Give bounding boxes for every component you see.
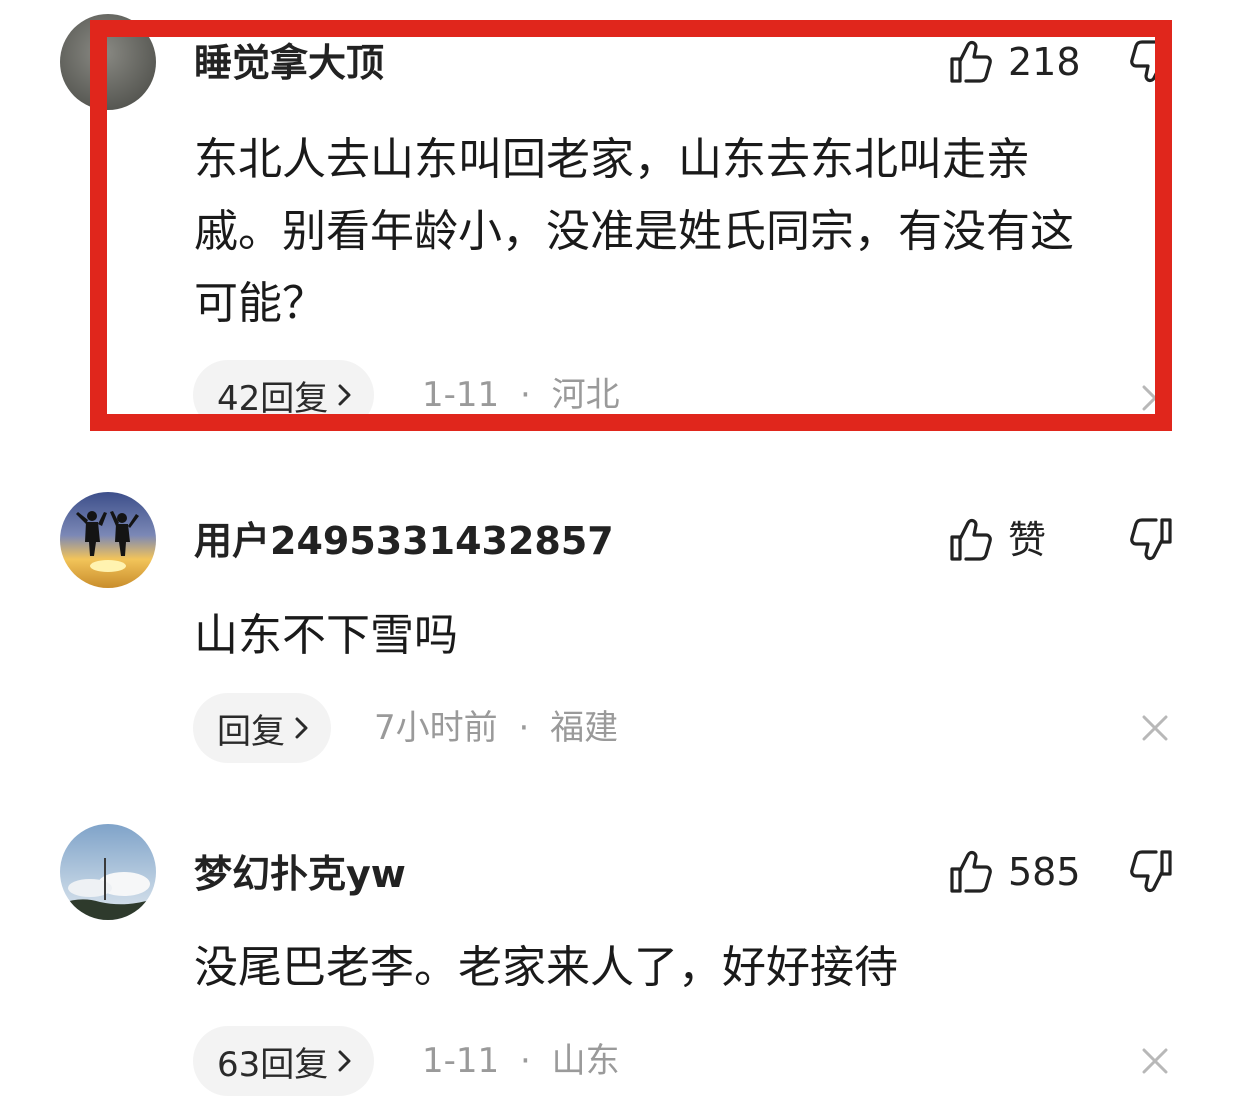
comment-date: 7小时前 xyxy=(374,708,498,748)
meta-separator: · xyxy=(519,375,531,414)
thumbs-up-icon xyxy=(950,518,992,561)
meta-separator: · xyxy=(518,708,530,748)
close-icon xyxy=(1142,385,1155,411)
reply-label: 63回复 xyxy=(217,1044,329,1085)
thumbs-up-icon xyxy=(950,850,992,893)
comment-username[interactable]: 睡觉拿大顶 xyxy=(194,44,384,82)
avatar-sky-tower-icon xyxy=(60,824,156,920)
comment-date: 1-11 xyxy=(422,1041,500,1081)
comment-meta: 1-11 · 河北 xyxy=(422,378,620,412)
close-button[interactable] xyxy=(1141,714,1169,742)
avatar[interactable] xyxy=(60,824,156,920)
dislike-button[interactable] xyxy=(1128,516,1174,562)
comment-text: 山东不下雪吗 xyxy=(194,600,1154,672)
like-button[interactable]: 585 xyxy=(948,848,1081,896)
close-icon xyxy=(1142,1048,1168,1074)
avatar-gray-icon xyxy=(60,14,156,110)
chevron-right-icon xyxy=(295,717,308,739)
comment-meta: 1-11 · 山东 xyxy=(422,1044,620,1078)
replies-button[interactable]: 42回复 xyxy=(193,360,375,415)
comment-text-line: 戚。别看年龄小，没准是姓氏同宗，有没有这 xyxy=(194,206,1074,257)
replies-button[interactable]: 回复 xyxy=(193,693,331,763)
comment-location: 河北 xyxy=(551,375,620,414)
thumbs-down-icon xyxy=(1130,850,1172,893)
comment-username[interactable]: 梦幻扑克yw xyxy=(194,855,406,893)
dislike-button[interactable] xyxy=(1128,38,1155,84)
replies-button[interactable]: 63回复 xyxy=(193,1026,375,1096)
comment-username[interactable]: 用户2495331432857 xyxy=(194,522,614,560)
comment-text: 东北人去山东叫回老家，山东去东北叫走亲 戚。别看年龄小，没准是姓氏同宗，有没有这… xyxy=(194,124,1154,340)
reply-label: 回复 xyxy=(217,711,285,752)
comment-text-line: 可能？ xyxy=(194,278,326,329)
comment-text-line: 没尾巴老李。老家来人了，好好接待 xyxy=(194,942,898,993)
comment-text-line: 山东不下雪吗 xyxy=(194,610,458,661)
avatar-sunset-jump-icon xyxy=(60,492,156,588)
dislike-button[interactable] xyxy=(1128,848,1174,894)
comment-text-line: 东北人去山东叫回老家，山东去东北叫走亲 xyxy=(194,134,1030,185)
avatar[interactable] xyxy=(60,492,156,588)
reply-label: 42回复 xyxy=(217,378,329,415)
chevron-right-icon xyxy=(338,384,351,406)
close-button[interactable] xyxy=(1141,1047,1169,1075)
close-button[interactable] xyxy=(1141,384,1155,412)
avatar[interactable] xyxy=(60,14,156,110)
thumbs-up-icon xyxy=(950,40,992,83)
comment-location: 福建 xyxy=(550,708,619,748)
chevron-right-icon xyxy=(338,1050,351,1072)
thumbs-down-icon xyxy=(1130,518,1172,561)
like-button[interactable]: 218 xyxy=(948,38,1081,86)
comment-date: 1-11 xyxy=(422,375,500,414)
like-button[interactable]: 赞 xyxy=(948,516,1046,564)
thumbs-down-icon xyxy=(1130,40,1155,83)
like-count: 585 xyxy=(1008,850,1081,894)
comment-meta: 7小时前 · 福建 xyxy=(374,711,618,745)
highlighted-comment-clip: 睡觉拿大顶 218 东北人去山东叫回老家，山东去东北叫走亲 戚。别看年龄小，没准… xyxy=(0,0,1155,414)
close-icon xyxy=(1142,715,1168,741)
meta-separator: · xyxy=(519,1041,531,1081)
like-count: 赞 xyxy=(1008,518,1047,562)
comment-location: 山东 xyxy=(551,1041,620,1081)
like-count: 218 xyxy=(1008,40,1081,84)
comment-text: 没尾巴老李。老家来人了，好好接待 xyxy=(194,932,1154,1004)
